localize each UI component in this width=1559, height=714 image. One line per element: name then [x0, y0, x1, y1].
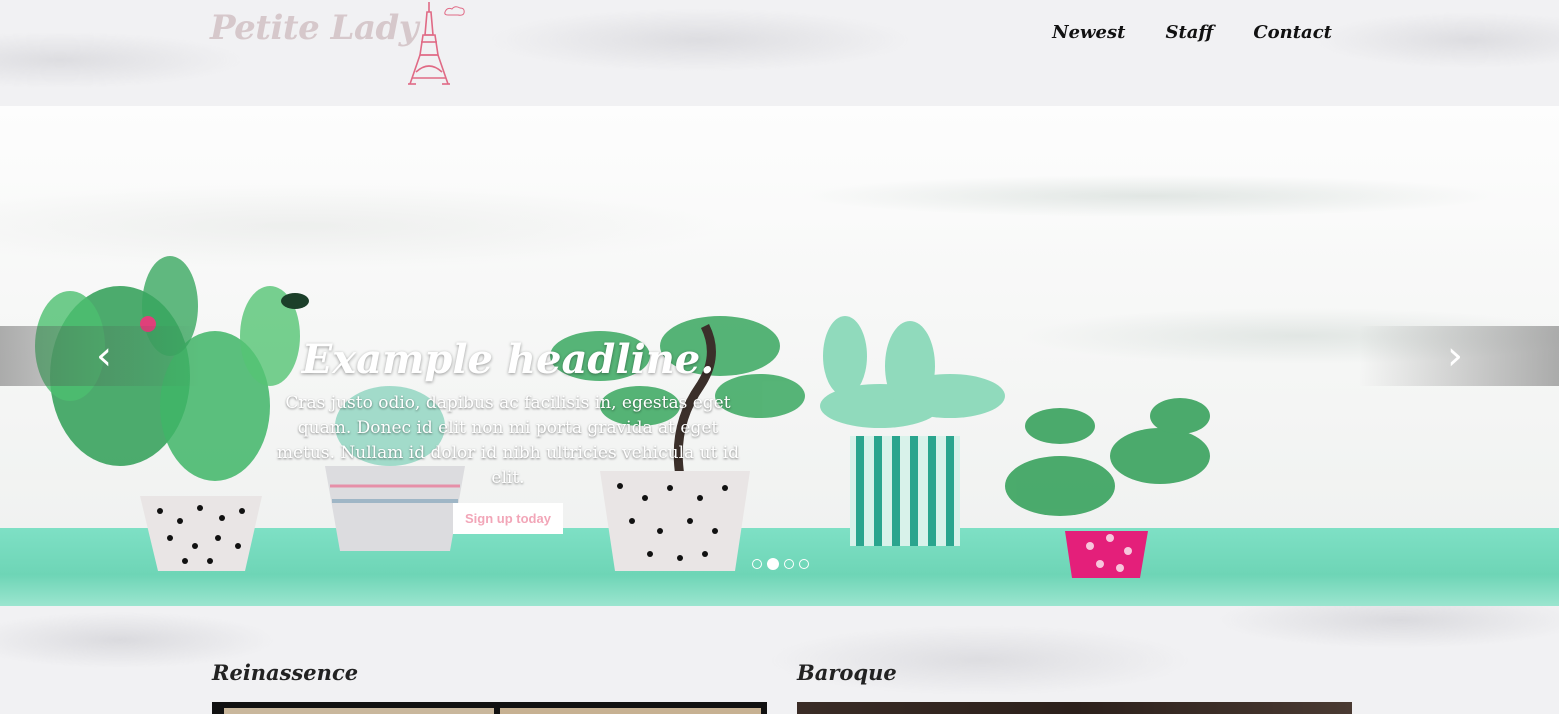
carousel-indicator-4[interactable]	[799, 559, 809, 569]
site-header: Petite Lady Newest Staff Contact	[0, 0, 1559, 106]
carousel-indicators	[752, 558, 809, 570]
hero-carousel: ‹ › Example headline. Cras justo odio, d…	[0, 106, 1559, 606]
nav-staff[interactable]: Staff	[1165, 22, 1213, 43]
carousel-headline: Example headline.	[301, 336, 715, 383]
section-image[interactable]	[212, 702, 767, 714]
section-baroque: Baroque	[797, 660, 1352, 714]
section-title: Reinassence	[212, 660, 359, 685]
nav-contact[interactable]: Contact	[1253, 22, 1332, 43]
section-reinassence: Reinassence	[212, 660, 767, 714]
carousel-indicator-2[interactable]	[767, 558, 779, 570]
carousel-body-text: Cras justo odio, dapibus ac facilisis in…	[276, 393, 740, 488]
section-title: Baroque	[797, 660, 897, 685]
sign-up-button[interactable]: Sign up today	[453, 503, 563, 534]
slide-image-succulents	[35, 256, 1210, 578]
section-image[interactable]	[797, 702, 1352, 714]
eiffel-tower-icon	[408, 2, 465, 85]
main-nav: Newest Staff Contact	[1052, 22, 1332, 43]
carousel-indicator-3[interactable]	[784, 559, 794, 569]
carousel-next-button[interactable]: ›	[1359, 326, 1559, 386]
nav-newest[interactable]: Newest	[1052, 22, 1125, 43]
carousel-caption: Example headline. Cras justo odio, dapib…	[270, 336, 746, 534]
carousel-indicator-1[interactable]	[752, 559, 762, 569]
chevron-right-icon: ›	[1447, 333, 1463, 379]
site-logo[interactable]: Petite Lady	[210, 8, 419, 48]
carousel-prev-button[interactable]: ‹	[0, 326, 200, 386]
chevron-left-icon: ‹	[96, 333, 112, 379]
